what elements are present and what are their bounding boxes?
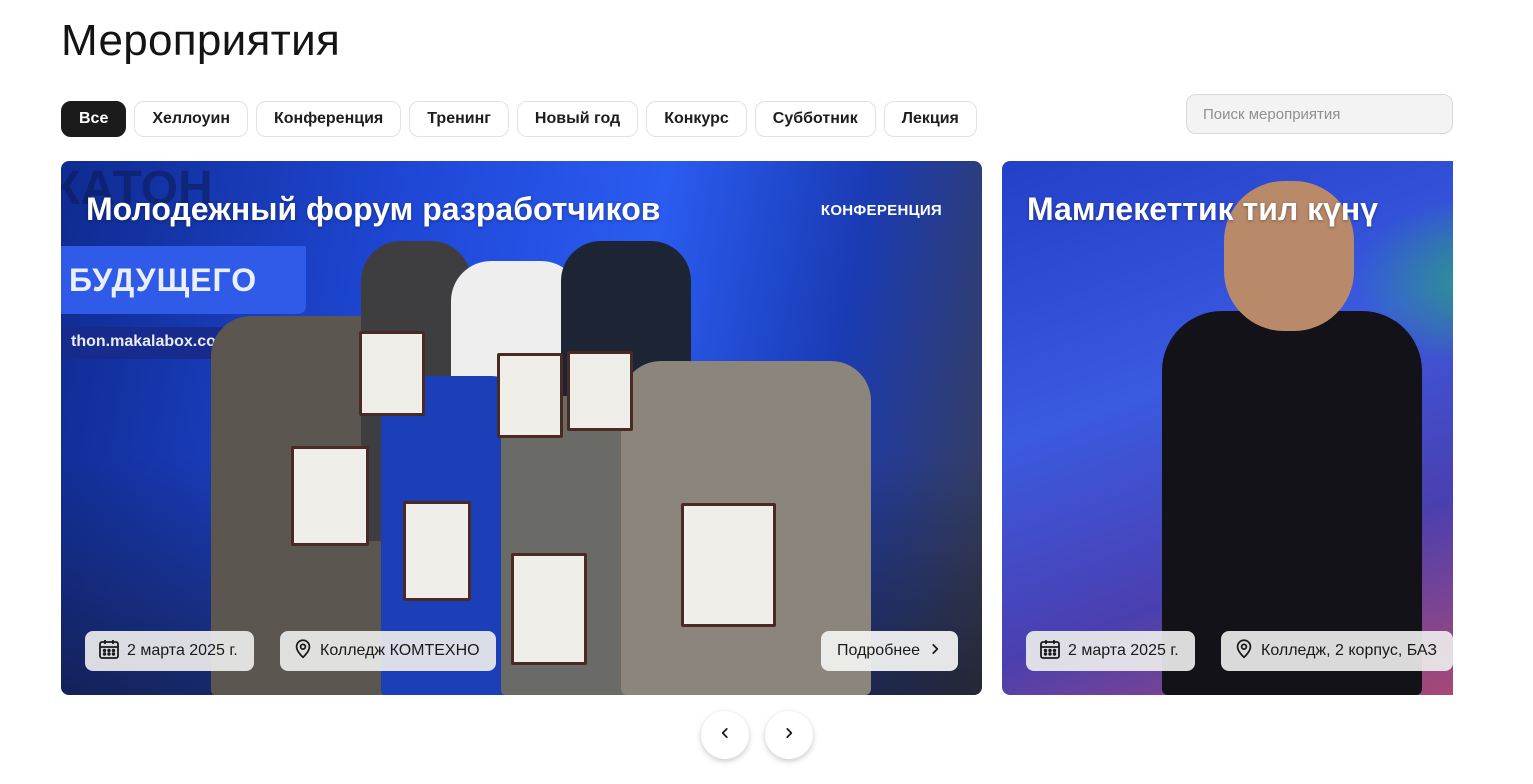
event-category: КОНФЕРЕНЦИЯ bbox=[820, 202, 942, 219]
events-carousel: КАТОН БУДУЩЕГО thon.makalabox.com Молоде… bbox=[61, 161, 1453, 695]
event-title: Мамлекеттик тил күнү bbox=[1027, 191, 1379, 227]
event-date-text: 2 марта 2025 г. bbox=[1068, 642, 1179, 659]
location-pin-icon bbox=[1233, 638, 1255, 665]
filter-chip-cleanup[interactable]: Субботник bbox=[754, 101, 876, 137]
event-location-text: Колледж КОМТЕХНО bbox=[320, 642, 480, 659]
event-location: Колледж, 2 корпус, БАЗ bbox=[1221, 631, 1453, 671]
chevron-right-icon bbox=[928, 642, 942, 661]
photo-people bbox=[61, 161, 982, 695]
filter-chip-halloween[interactable]: Хеллоуин bbox=[134, 101, 249, 137]
filter-chip-all[interactable]: Все bbox=[61, 101, 127, 137]
event-search-input[interactable] bbox=[1186, 94, 1453, 134]
event-date: 2 марта 2025 г. bbox=[1026, 631, 1195, 671]
calendar-icon bbox=[1038, 637, 1062, 666]
filter-chip-contest[interactable]: Конкурс bbox=[646, 101, 747, 137]
details-button-label: Подробнее bbox=[837, 642, 920, 659]
event-photo: КАТОН БУДУЩЕГО thon.makalabox.com bbox=[61, 161, 982, 695]
chevron-left-icon bbox=[718, 726, 732, 745]
carousel-prev-button[interactable] bbox=[701, 711, 749, 759]
location-pin-icon bbox=[292, 638, 314, 665]
event-location: Колледж КОМТЕХНО bbox=[280, 631, 496, 671]
event-photo bbox=[1002, 161, 1453, 695]
filter-chip-training[interactable]: Тренинг bbox=[409, 101, 509, 137]
filter-chip-conference[interactable]: Конференция bbox=[256, 101, 402, 137]
event-date: 2 марта 2025 г. bbox=[85, 631, 254, 671]
details-button[interactable]: Подробнее bbox=[821, 631, 958, 671]
event-card[interactable]: Мамлекеттик тил күнү 2 марта 2025 г. Кол… bbox=[1002, 161, 1453, 695]
filter-chip-lecture[interactable]: Лекция bbox=[883, 101, 977, 137]
event-date-text: 2 марта 2025 г. bbox=[127, 642, 238, 659]
calendar-icon bbox=[97, 637, 121, 666]
filter-chip-new-year[interactable]: Новый год bbox=[516, 101, 639, 137]
category-filters: Все Хеллоуин Конференция Тренинг Новый г… bbox=[61, 101, 977, 137]
event-title: Молодежный форум разработчиков bbox=[86, 191, 661, 227]
carousel-next-button[interactable] bbox=[765, 711, 813, 759]
chevron-right-icon bbox=[782, 726, 796, 745]
event-location-text: Колледж, 2 корпус, БАЗ bbox=[1261, 642, 1438, 659]
page-title: Мероприятия bbox=[61, 16, 341, 65]
event-card[interactable]: КАТОН БУДУЩЕГО thon.makalabox.com Молоде… bbox=[61, 161, 982, 695]
